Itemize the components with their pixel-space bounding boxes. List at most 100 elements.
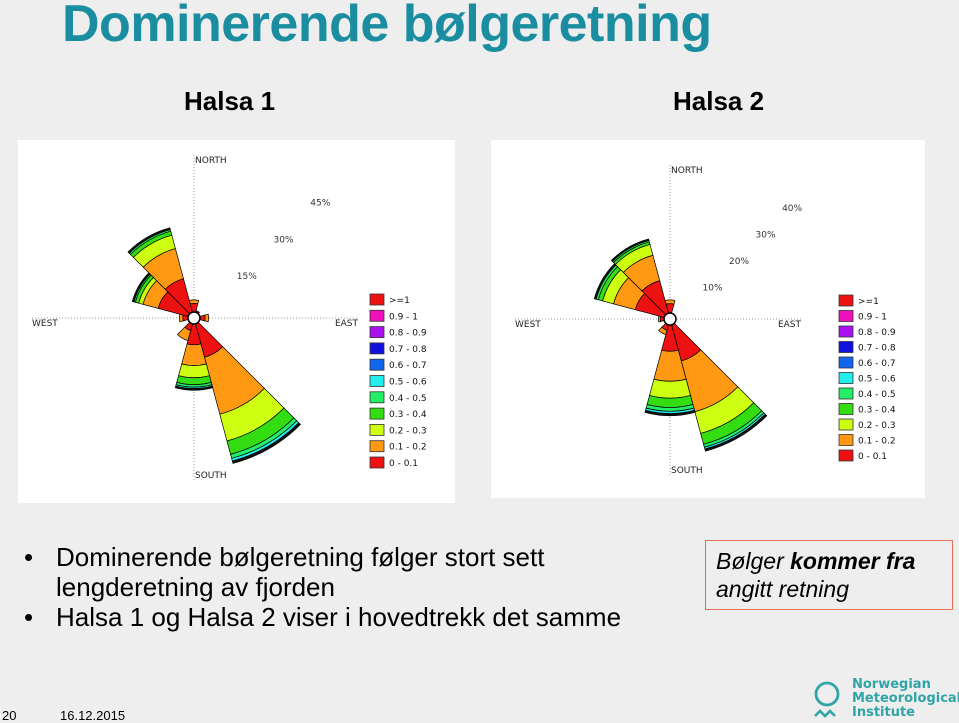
legend-label: 0.7 - 0.8 bbox=[858, 344, 896, 354]
legend-swatch bbox=[369, 407, 385, 420]
legend-item: 0.2 - 0.3 bbox=[838, 418, 896, 431]
page-number: 20 bbox=[2, 708, 17, 723]
legend-swatch bbox=[369, 293, 385, 306]
legend-swatch bbox=[838, 325, 854, 338]
legend-swatch bbox=[369, 456, 385, 469]
bullet-dot: • bbox=[24, 542, 34, 572]
legend-label: 0.3 - 0.4 bbox=[858, 406, 896, 416]
bullet-item: • Dominerende bølgeretning følger stort s… bbox=[24, 542, 545, 602]
bullet-item: • Halsa 1 og Halsa 2 viser i hovedtrekk d… bbox=[24, 602, 622, 632]
legend-label: 0.6 - 0.7 bbox=[389, 361, 427, 371]
legend-item: 0.1 - 0.2 bbox=[369, 440, 427, 453]
note-text-bold: kommer fra bbox=[790, 548, 916, 574]
legend-label: 0 - 0.1 bbox=[858, 452, 887, 462]
legend-label: 0.2 - 0.3 bbox=[858, 421, 896, 431]
legend-label: >=1 bbox=[858, 297, 879, 307]
legend-item: 0 - 0.1 bbox=[838, 449, 887, 462]
axis-label-west: WEST bbox=[32, 319, 58, 329]
legend-swatch bbox=[369, 342, 385, 355]
legend-item: 0.3 - 0.4 bbox=[838, 403, 896, 416]
legend-swatch bbox=[838, 387, 854, 400]
legend-label: 0.2 - 0.3 bbox=[389, 426, 427, 436]
legend-label: 0.4 - 0.5 bbox=[389, 394, 427, 404]
rose-sector bbox=[195, 321, 301, 464]
legend-swatch bbox=[369, 391, 385, 404]
ring-label: 15% bbox=[237, 272, 257, 282]
legend-swatch bbox=[838, 403, 854, 415]
legend-item: 0.6 - 0.7 bbox=[369, 358, 427, 371]
legend-label: 0.1 - 0.2 bbox=[858, 437, 896, 447]
legend-item: 0.3 - 0.4 bbox=[369, 407, 427, 420]
legend-item: >=1 bbox=[838, 294, 879, 307]
legend-item: 0.7 - 0.8 bbox=[838, 341, 896, 354]
legend-item: 0 - 0.1 bbox=[369, 456, 418, 469]
legend-item: 0.4 - 0.5 bbox=[369, 391, 427, 404]
wave-rose-panel-halsa-2: NORTH SOUTH WEST EAST 10% 20% 30% 40% >=1 0.9 - 1… bbox=[491, 140, 925, 498]
legend-item: 0.8 - 0.9 bbox=[838, 325, 896, 338]
ring-label: 20% bbox=[729, 257, 749, 267]
legend-swatch bbox=[369, 423, 385, 436]
legend-item: 0.7 - 0.8 bbox=[369, 342, 427, 355]
axis-label-north: NORTH bbox=[195, 156, 227, 166]
legend-swatch bbox=[838, 341, 854, 353]
legend-swatch bbox=[369, 440, 385, 453]
legend-swatch bbox=[838, 434, 854, 446]
ring-label: 30% bbox=[756, 230, 776, 240]
direction-note-box: Bølger kommer fra angitt retning bbox=[705, 540, 953, 610]
logo-line: Norwegian bbox=[852, 677, 931, 692]
ring-label: 40% bbox=[782, 204, 802, 214]
axis-label-south: SOUTH bbox=[195, 471, 227, 481]
rose-band bbox=[204, 313, 210, 323]
legend-label: 0.7 - 0.8 bbox=[389, 345, 427, 355]
note-text-rest: angitt retning bbox=[716, 576, 849, 602]
legend-item: 0.5 - 0.6 bbox=[838, 372, 896, 385]
wave-rose-halsa-1: NORTH SOUTH WEST EAST 15% 30% 45% >=1 0.9 - 1 0.8… bbox=[32, 155, 427, 481]
legend-swatch bbox=[369, 309, 385, 322]
legend-label: 0 - 0.1 bbox=[389, 459, 418, 469]
rose-band bbox=[178, 363, 210, 379]
legend-label: 0.5 - 0.6 bbox=[389, 378, 427, 388]
axis-label-east: EAST bbox=[335, 319, 359, 329]
legend-label: 0.8 - 0.9 bbox=[858, 328, 896, 338]
legend-item: 0.6 - 0.7 bbox=[838, 356, 896, 369]
rose-band bbox=[649, 378, 691, 399]
legend-swatch bbox=[369, 326, 385, 339]
legend-item: 0.1 - 0.2 bbox=[838, 434, 896, 447]
legend-item: 0.9 - 1 bbox=[838, 310, 887, 323]
legend-label: 0.3 - 0.4 bbox=[389, 410, 427, 420]
legend-label: 0.9 - 1 bbox=[389, 312, 418, 322]
slide-title: Dominerende bølgeretning bbox=[62, 0, 712, 53]
axis-label-west: WEST bbox=[515, 320, 541, 330]
legend-swatch bbox=[838, 294, 854, 307]
ring-label: 10% bbox=[703, 283, 723, 293]
legend-swatch bbox=[838, 418, 854, 431]
legend-label: 0.6 - 0.7 bbox=[858, 359, 896, 369]
rose-center bbox=[663, 312, 677, 326]
legend-item: 0.4 - 0.5 bbox=[838, 387, 896, 400]
legend-label: >=1 bbox=[389, 296, 410, 306]
legend-item: 0.8 - 0.9 bbox=[369, 326, 427, 339]
rose-band bbox=[664, 299, 676, 305]
footer-date: 16.12.2015 bbox=[60, 708, 126, 723]
rose-center bbox=[187, 311, 201, 325]
bullet-dot: • bbox=[24, 602, 34, 632]
legend-swatch bbox=[838, 372, 854, 384]
logo-line: Institute bbox=[852, 705, 916, 720]
bullet-list: • Dominerende bølgeretning følger stort s… bbox=[22, 542, 621, 632]
legend-swatch bbox=[369, 375, 385, 387]
legend-swatch bbox=[838, 310, 854, 322]
legend-label: 0.5 - 0.6 bbox=[858, 375, 896, 385]
legend-swatch bbox=[369, 358, 385, 371]
legend-item: 0.2 - 0.3 bbox=[369, 423, 427, 436]
rose-band bbox=[658, 315, 662, 323]
axis-label-east: EAST bbox=[778, 320, 802, 330]
rose-band bbox=[178, 313, 184, 323]
met-institute-logo: Norwegian Meteorological Institute bbox=[812, 678, 959, 722]
legend-label: 0.8 - 0.9 bbox=[389, 329, 427, 339]
legend-swatch bbox=[838, 449, 854, 462]
rose-sector bbox=[199, 313, 210, 323]
axis-label-south: SOUTH bbox=[671, 466, 703, 476]
legend-swatch bbox=[838, 356, 854, 369]
legend-item: >=1 bbox=[369, 293, 410, 306]
rose-band bbox=[188, 299, 200, 305]
